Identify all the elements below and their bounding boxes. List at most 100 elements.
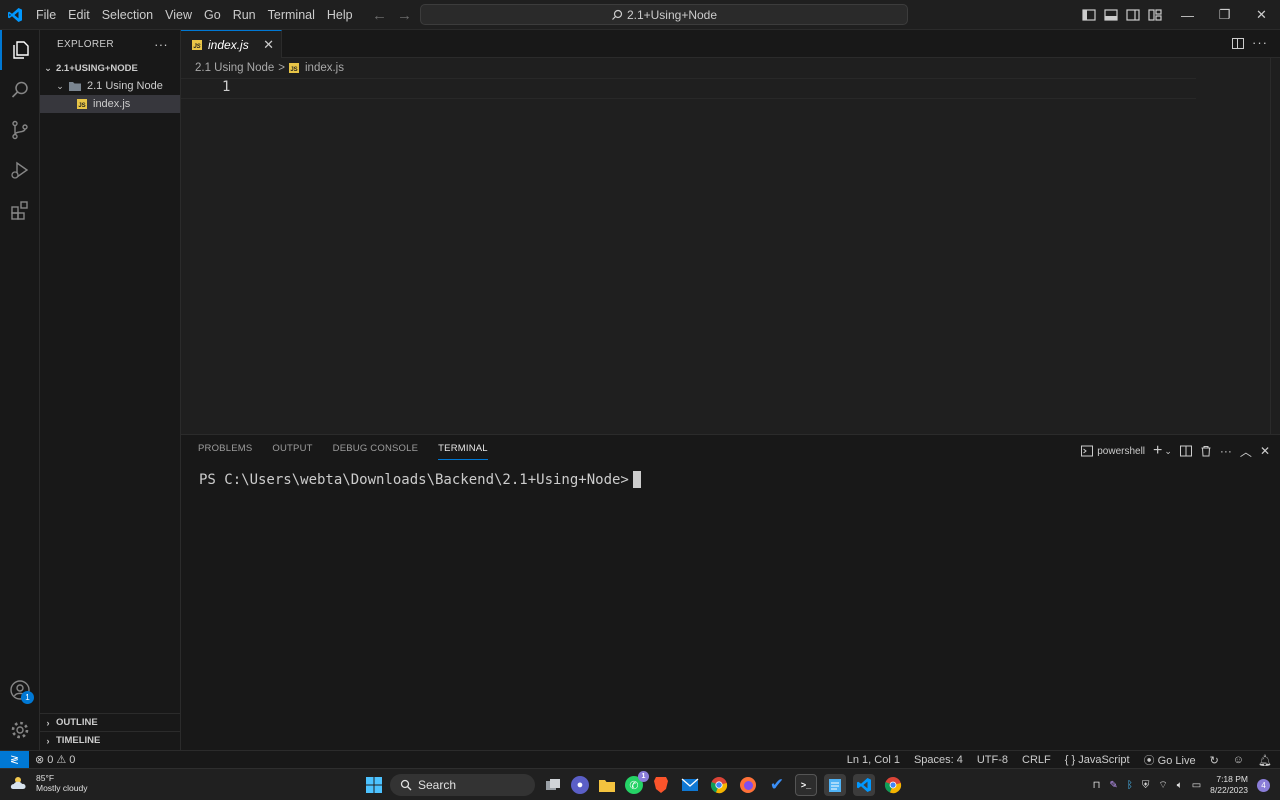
file-explorer-icon[interactable]	[596, 774, 618, 796]
notification-badge[interactable]: 4	[1257, 778, 1270, 792]
subfolder-label: 2.1 Using Node	[87, 80, 163, 92]
usb-icon[interactable]: ⊓	[1093, 780, 1101, 791]
menu-edit[interactable]: Edit	[62, 0, 96, 30]
javascript-file-icon: JS	[192, 39, 202, 50]
explorer-title: EXPLORER	[57, 38, 114, 50]
close-panel-icon[interactable]: ✕	[1260, 444, 1270, 458]
manage-gear-icon[interactable]	[0, 710, 40, 750]
explorer-icon[interactable]	[0, 30, 40, 70]
vscode-taskbar-icon[interactable]	[853, 774, 875, 796]
tab-output[interactable]: OUTPUT	[272, 443, 312, 460]
close-window-button[interactable]: ✕	[1243, 0, 1280, 30]
editor-tab-bar: JS index.js ✕ ···	[181, 30, 1280, 58]
more-actions-icon[interactable]: ···	[1252, 35, 1268, 50]
extensions-icon[interactable]	[0, 190, 40, 230]
timeline-section[interactable]: › TIMELINE	[40, 731, 181, 749]
more-actions-icon[interactable]: ···	[1220, 444, 1232, 458]
command-center[interactable]: 2.1+Using+Node	[420, 4, 908, 25]
menu-file[interactable]: File	[30, 0, 62, 30]
accounts-icon[interactable]: 1	[0, 670, 40, 710]
root-folder[interactable]: ⌄ 2.1+USING+NODE	[40, 59, 180, 77]
maximize-button[interactable]: ❐	[1206, 0, 1243, 30]
system-clock[interactable]: 7:18 PM 8/22/2023	[1210, 774, 1248, 796]
menu-bar: File Edit Selection View Go Run Terminal…	[30, 0, 359, 30]
customize-layout-icon[interactable]	[1148, 8, 1162, 22]
vscode-logo-icon[interactable]	[0, 0, 30, 30]
end-of-line[interactable]: CRLF	[1022, 754, 1051, 766]
trash-icon[interactable]	[1200, 445, 1212, 457]
menu-view[interactable]: View	[159, 0, 198, 30]
breadcrumb-file[interactable]: index.js	[305, 62, 344, 74]
line-number: 1	[222, 79, 231, 95]
taskbar-search[interactable]: Search	[390, 774, 535, 796]
teams-chat-icon[interactable]: ●	[571, 776, 589, 794]
notifications-bell-icon[interactable]: 🔔︎	[1258, 754, 1272, 767]
terminal-prompt-line[interactable]: PS C:\Users\webta\Downloads\Backend\2.1+…	[199, 471, 641, 488]
minimize-button[interactable]: —	[1169, 0, 1206, 30]
editor-scrollbar[interactable]	[1270, 58, 1280, 434]
battery-icon[interactable]: ▭	[1192, 780, 1201, 791]
explorer-more-icon[interactable]: ···	[154, 37, 168, 52]
new-terminal-plus-icon[interactable]: +	[1153, 442, 1162, 460]
todo-icon[interactable]: ✔	[766, 774, 788, 796]
menu-terminal[interactable]: Terminal	[262, 0, 321, 30]
pen-icon[interactable]: ✎	[1109, 780, 1117, 791]
bluetooth-icon[interactable]: ᛒ	[1127, 780, 1133, 791]
windows-start-icon[interactable]	[365, 776, 383, 794]
sync-icon[interactable]: ↻	[1210, 754, 1219, 767]
source-control-icon[interactable]	[0, 110, 40, 150]
firefox-icon[interactable]	[737, 774, 759, 796]
go-live-button[interactable]: ⦿ Go Live	[1144, 752, 1196, 768]
toggle-panel-icon[interactable]	[1104, 8, 1118, 22]
chrome-icon[interactable]	[708, 774, 730, 796]
back-arrow-icon[interactable]: ←	[372, 7, 387, 24]
language-mode[interactable]: { } JavaScript	[1065, 754, 1130, 766]
menu-go[interactable]: Go	[198, 0, 227, 30]
toggle-secondary-sidebar-icon[interactable]	[1126, 8, 1140, 22]
chevron-down-icon[interactable]: ⌄	[1164, 446, 1172, 457]
indentation[interactable]: Spaces: 4	[914, 754, 963, 766]
tab-terminal[interactable]: TERMINAL	[438, 443, 488, 460]
security-shield-icon[interactable]: ⛨	[1142, 780, 1150, 791]
close-tab-icon[interactable]: ✕	[263, 37, 274, 53]
menu-selection[interactable]: Selection	[96, 0, 159, 30]
account-badge: 1	[21, 691, 34, 704]
run-and-debug-icon[interactable]	[0, 150, 40, 190]
split-editor-icon[interactable]	[1232, 38, 1244, 49]
forward-arrow-icon[interactable]: →	[397, 7, 412, 24]
error-icon: ⊗	[35, 754, 45, 766]
subfolder-item[interactable]: ⌄ 2.1 Using Node	[40, 77, 180, 95]
shell-label[interactable]: powershell	[1097, 446, 1145, 457]
breadcrumb-folder[interactable]: 2.1 Using Node	[195, 62, 274, 74]
outline-section[interactable]: › OUTLINE	[40, 713, 181, 731]
tab-index-js[interactable]: JS index.js ✕	[181, 30, 282, 58]
remote-indicator-icon[interactable]: ≷	[0, 750, 29, 769]
panel-actions: powershell + ⌄ ··· ︿ ✕	[1081, 442, 1270, 460]
search-icon[interactable]	[0, 70, 40, 110]
chrome-canary-icon[interactable]	[882, 774, 904, 796]
problems-indicator[interactable]: ⊗ 0 ⚠ 0	[35, 753, 75, 767]
tab-debug-console[interactable]: DEBUG CONSOLE	[333, 443, 418, 460]
mail-icon[interactable]	[679, 774, 701, 796]
encoding[interactable]: UTF-8	[977, 754, 1008, 766]
editor-current-line[interactable]	[181, 78, 1196, 99]
wifi-icon[interactable]: ⌔	[1158, 779, 1167, 792]
braces-icon: { }	[1064, 754, 1079, 766]
weather-widget[interactable]: 85°F Mostly cloudy	[10, 773, 88, 793]
menu-help[interactable]: Help	[321, 0, 359, 30]
file-item-index-js[interactable]: JS index.js	[40, 95, 180, 113]
volume-icon[interactable]: 🔈︎	[1177, 780, 1183, 791]
notepad-icon[interactable]	[824, 774, 846, 796]
terminal-app-icon[interactable]: >_	[795, 774, 817, 796]
whatsapp-icon[interactable]: ✆ 1	[625, 771, 649, 794]
cursor-position[interactable]: Ln 1, Col 1	[847, 754, 900, 766]
feedback-icon[interactable]: ☺	[1233, 754, 1244, 766]
task-view-icon[interactable]	[542, 774, 564, 796]
maximize-panel-icon[interactable]: ︿	[1240, 443, 1252, 460]
menu-run[interactable]: Run	[227, 0, 262, 30]
panel-tabs: PROBLEMS OUTPUT DEBUG CONSOLE TERMINAL	[198, 443, 488, 460]
split-terminal-icon[interactable]	[1179, 445, 1192, 457]
brave-browser-icon[interactable]	[650, 774, 672, 796]
toggle-primary-sidebar-icon[interactable]	[1082, 8, 1096, 22]
tab-problems[interactable]: PROBLEMS	[198, 443, 252, 460]
